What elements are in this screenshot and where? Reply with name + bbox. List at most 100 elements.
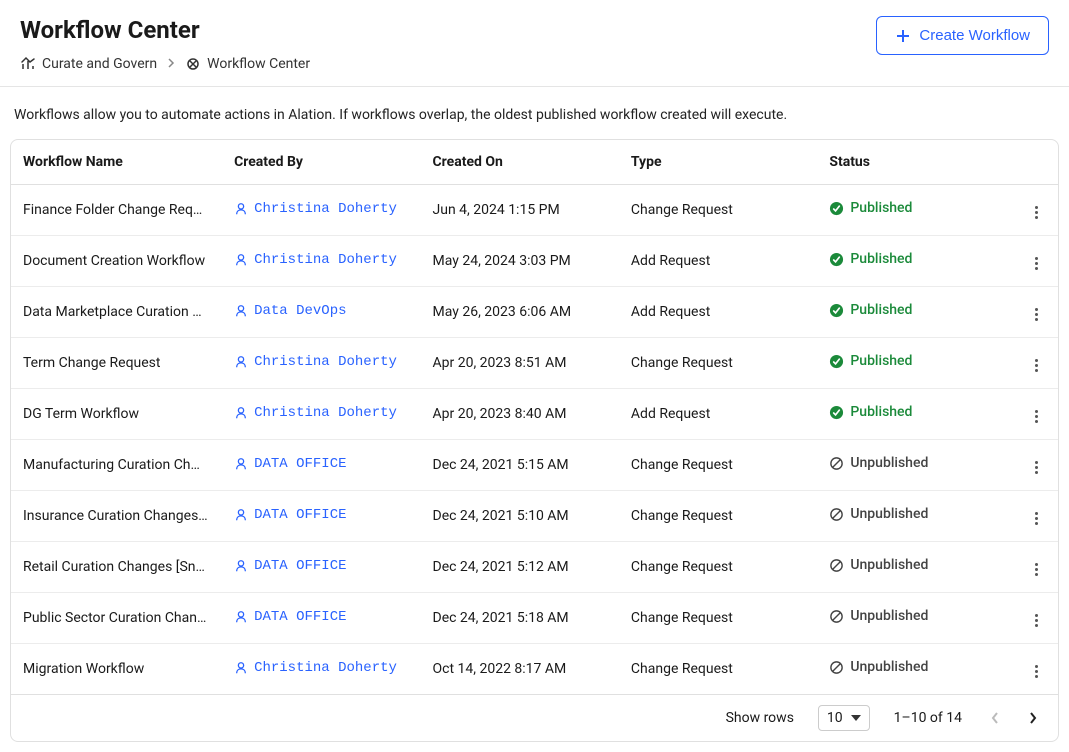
plus-icon <box>895 28 911 44</box>
row-actions-menu[interactable] <box>1031 457 1042 478</box>
check-circle-icon <box>829 303 844 318</box>
created-by-link[interactable]: Christina Doherty <box>234 405 397 421</box>
create-workflow-button[interactable]: Create Workflow <box>876 16 1049 55</box>
prohibit-icon <box>829 609 844 624</box>
created-on-cell: May 24, 2024 3:03 PM <box>421 236 619 287</box>
workflow-name-cell[interactable]: Retail Curation Changes [Sn… <box>11 542 222 593</box>
created-by-link[interactable]: Christina Doherty <box>234 252 397 268</box>
created-on-cell: Dec 24, 2021 5:15 AM <box>421 440 619 491</box>
created-by-link[interactable]: Christina Doherty <box>234 354 397 370</box>
create-workflow-label: Create Workflow <box>919 27 1030 44</box>
page-description: Workflows allow you to automate actions … <box>14 107 1059 123</box>
prohibit-icon <box>829 456 844 471</box>
user-icon <box>234 406 248 420</box>
created-by-link[interactable]: DATA OFFICE <box>234 507 346 523</box>
check-circle-icon <box>829 354 844 369</box>
row-actions-menu[interactable] <box>1031 253 1042 274</box>
prev-page-button[interactable] <box>986 706 1004 730</box>
table-row[interactable]: Insurance Curation Changes… DATA OFFICE De… <box>11 491 1058 542</box>
check-circle-icon <box>829 405 844 420</box>
status-badge: Published <box>829 251 912 267</box>
table-row[interactable]: Finance Folder Change Req… Christina Dohe… <box>11 185 1058 236</box>
column-header-type[interactable]: Type <box>619 140 817 185</box>
table-row[interactable]: Document Creation Workflow Christina Dohe… <box>11 236 1058 287</box>
row-actions-menu[interactable] <box>1031 304 1042 325</box>
check-circle-icon <box>829 201 844 216</box>
user-icon <box>234 202 248 216</box>
type-cell: Add Request <box>619 389 817 440</box>
table-row[interactable]: Term Change Request Christina Doherty Apr … <box>11 338 1058 389</box>
row-actions-menu[interactable] <box>1031 508 1042 529</box>
status-badge: Published <box>829 404 912 420</box>
status-badge: Unpublished <box>829 506 928 522</box>
page-title: Workflow Center <box>20 16 200 44</box>
chevron-left-icon <box>990 710 1000 726</box>
row-actions-menu[interactable] <box>1031 661 1042 682</box>
created-on-cell: Dec 24, 2021 5:18 AM <box>421 593 619 644</box>
table-row[interactable]: Migration Workflow Christina Doherty Oct 1… <box>11 644 1058 695</box>
column-header-created-by[interactable]: Created By <box>222 140 420 185</box>
status-badge: Published <box>829 302 912 318</box>
created-on-cell: Dec 24, 2021 5:10 AM <box>421 491 619 542</box>
created-by-link[interactable]: Data DevOps <box>234 303 346 319</box>
workflow-name-cell[interactable]: Migration Workflow <box>11 644 222 695</box>
created-on-cell: Apr 20, 2023 8:40 AM <box>421 389 619 440</box>
created-on-cell: May 26, 2023 6:06 AM <box>421 287 619 338</box>
table-row[interactable]: Data Marketplace Curation … Data DevOps Ma… <box>11 287 1058 338</box>
user-icon <box>234 610 248 624</box>
type-cell: Change Request <box>619 593 817 644</box>
workflow-name-cell[interactable]: Public Sector Curation Chan… <box>11 593 222 644</box>
created-on-cell: Dec 24, 2021 5:12 AM <box>421 542 619 593</box>
status-badge: Unpublished <box>829 608 928 624</box>
row-actions-menu[interactable] <box>1031 406 1042 427</box>
workflow-table: Workflow Name Created By Created On Type… <box>10 139 1059 742</box>
prohibit-icon <box>829 660 844 675</box>
created-on-cell: Oct 14, 2022 8:17 AM <box>421 644 619 695</box>
workflow-name-cell[interactable]: Insurance Curation Changes… <box>11 491 222 542</box>
created-by-link[interactable]: Christina Doherty <box>234 660 397 676</box>
created-by-link[interactable]: DATA OFFICE <box>234 558 346 574</box>
show-rows-label: Show rows <box>726 710 794 726</box>
table-row[interactable]: Manufacturing Curation Ch… DATA OFFICE Dec… <box>11 440 1058 491</box>
row-actions-menu[interactable] <box>1031 610 1042 631</box>
column-header-status[interactable]: Status <box>817 140 1015 185</box>
user-icon <box>234 559 248 573</box>
column-header-name[interactable]: Workflow Name <box>11 140 222 185</box>
table-row[interactable]: DG Term Workflow Christina Doherty Apr 20,… <box>11 389 1058 440</box>
chevron-right-icon <box>1028 710 1038 726</box>
user-icon <box>234 304 248 318</box>
type-cell: Change Request <box>619 185 817 236</box>
created-on-cell: Apr 20, 2023 8:51 AM <box>421 338 619 389</box>
row-actions-menu[interactable] <box>1031 202 1042 223</box>
type-cell: Add Request <box>619 287 817 338</box>
workflow-name-cell[interactable]: Manufacturing Curation Ch… <box>11 440 222 491</box>
type-cell: Change Request <box>619 644 817 695</box>
created-by-link[interactable]: DATA OFFICE <box>234 456 346 472</box>
column-header-created-on[interactable]: Created On <box>421 140 619 185</box>
check-circle-icon <box>829 252 844 267</box>
workflow-name-cell[interactable]: Finance Folder Change Req… <box>11 185 222 236</box>
created-by-link[interactable]: Christina Doherty <box>234 201 397 217</box>
row-actions-menu[interactable] <box>1031 355 1042 376</box>
rows-per-page-select[interactable]: 10 <box>818 705 870 731</box>
workflow-name-cell[interactable]: DG Term Workflow <box>11 389 222 440</box>
created-on-cell: Jun 4, 2024 1:15 PM <box>421 185 619 236</box>
type-cell: Change Request <box>619 491 817 542</box>
user-icon <box>234 661 248 675</box>
status-badge: Published <box>829 353 912 369</box>
type-cell: Change Request <box>619 338 817 389</box>
workflow-name-cell[interactable]: Document Creation Workflow <box>11 236 222 287</box>
row-actions-menu[interactable] <box>1031 559 1042 580</box>
breadcrumb-root[interactable]: Curate and Govern <box>20 56 157 72</box>
status-badge: Unpublished <box>829 659 928 675</box>
table-row[interactable]: Retail Curation Changes [Sn… DATA OFFICE D… <box>11 542 1058 593</box>
table-row[interactable]: Public Sector Curation Chan… DATA OFFICE D… <box>11 593 1058 644</box>
type-cell: Add Request <box>619 236 817 287</box>
created-by-link[interactable]: DATA OFFICE <box>234 609 346 625</box>
chevron-right-icon <box>167 57 175 71</box>
breadcrumb: Curate and Govern Workflow Center <box>20 56 1049 86</box>
workflow-name-cell[interactable]: Data Marketplace Curation … <box>11 287 222 338</box>
workflow-name-cell[interactable]: Term Change Request <box>11 338 222 389</box>
prohibit-icon <box>829 558 844 573</box>
next-page-button[interactable] <box>1024 706 1042 730</box>
